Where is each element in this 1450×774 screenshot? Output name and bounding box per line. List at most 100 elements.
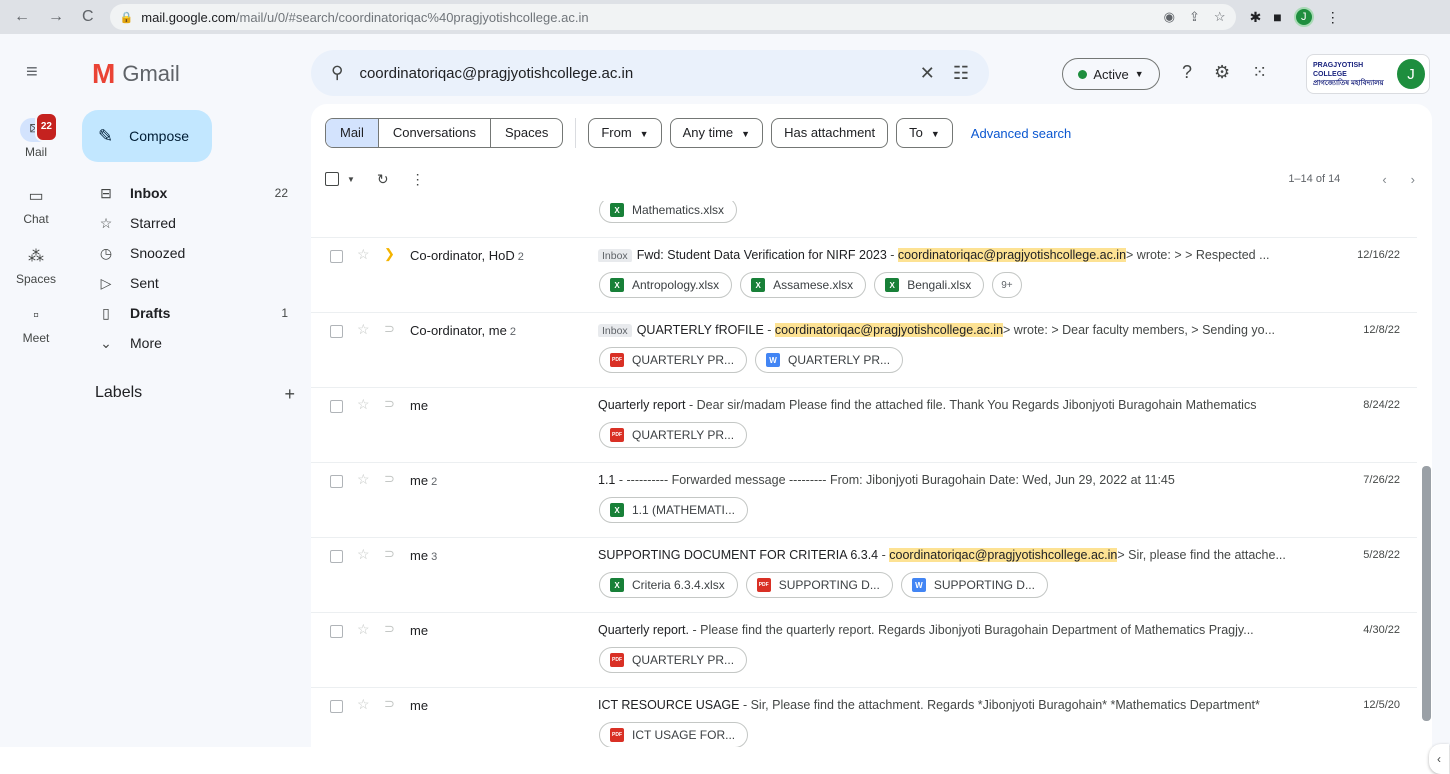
- star-icon: ☆: [99, 214, 113, 231]
- status-dropdown[interactable]: Active ▼: [1062, 58, 1160, 90]
- eye-icon[interactable]: ◉: [1164, 9, 1175, 25]
- star-icon[interactable]: ☆: [357, 246, 370, 263]
- next-page-icon[interactable]: ›: [1411, 172, 1415, 187]
- tab-mail[interactable]: Mail: [326, 119, 379, 147]
- attachment-chip[interactable]: X Antropology.xlsx: [599, 272, 733, 298]
- apps-grid-icon[interactable]: ⁙: [1252, 62, 1267, 83]
- rail-chat[interactable]: ▭ Chat: [0, 185, 72, 226]
- bookmark-star-icon[interactable]: ☆: [1214, 9, 1226, 25]
- attachment-chip[interactable]: PDF QUARTERLY PR...: [599, 422, 748, 448]
- attachment-chip[interactable]: W SUPPORTING D...: [900, 572, 1048, 598]
- more-attachments-chip[interactable]: 9+: [992, 272, 1022, 298]
- kebab-menu-icon[interactable]: ⋮: [1326, 9, 1340, 26]
- tab-spaces[interactable]: Spaces: [491, 119, 562, 147]
- gmail-logo[interactable]: M Gmail: [92, 58, 180, 90]
- refresh-icon[interactable]: ↻: [377, 171, 389, 188]
- compose-button[interactable]: ✎ Compose: [82, 110, 212, 162]
- nav-sent[interactable]: ▷ Sent: [82, 268, 306, 298]
- attachment-chip[interactable]: X Assamese.xlsx: [740, 272, 867, 298]
- filter-to[interactable]: To ▼: [896, 118, 953, 148]
- nav-starred[interactable]: ☆ Starred: [82, 208, 306, 238]
- attachment-chip[interactable]: X 1.1 (MATHEMATI...: [599, 497, 748, 523]
- row-checkbox[interactable]: [330, 550, 343, 563]
- tab-conversations[interactable]: Conversations: [379, 119, 491, 147]
- help-icon[interactable]: ?: [1182, 62, 1192, 83]
- account-switcher[interactable]: PRAGJYOTISH COLLEGE প্ৰাগজ্যোতিষ মহাবিদ্…: [1306, 54, 1430, 94]
- account-avatar[interactable]: J: [1397, 59, 1425, 89]
- hamburger-menu-icon[interactable]: ≡: [26, 61, 38, 84]
- attachment-chip[interactable]: PDF QUARTERLY PR...: [599, 647, 748, 673]
- filter-from[interactable]: From ▼: [588, 118, 662, 148]
- importance-marker-icon[interactable]: ⊃: [384, 321, 395, 337]
- nav-drafts[interactable]: ▯ Drafts 1: [82, 298, 306, 328]
- email-row[interactable]: ☆ ⊃ me Quarterly report - Dear sir/madam Pl…: [311, 388, 1417, 463]
- email-row[interactable]: ☆ ⊃ Co-ordinator, me 2 Inbox QUARTERLY fROFIL…: [311, 313, 1417, 388]
- email-snippet: Inbox Fwd: Student Data Verification for …: [598, 248, 1318, 262]
- email-row[interactable]: X Mathematics.xlsx: [311, 201, 1417, 238]
- side-panel-toggle[interactable]: ‹: [1429, 744, 1449, 774]
- rail-meet[interactable]: ▫ Meet: [0, 304, 72, 345]
- row-checkbox[interactable]: [330, 700, 343, 713]
- address-bar[interactable]: 🔒 mail.google.com/mail/u/0/#search/coord…: [109, 4, 1236, 30]
- star-icon[interactable]: ☆: [357, 471, 370, 488]
- email-row[interactable]: ☆ ⊃ me 2 1.1 - ---------- Forwarded message …: [311, 463, 1417, 538]
- rail-mail[interactable]: ✉22 Mail: [0, 112, 72, 159]
- email-preview: -: [878, 548, 890, 562]
- search-icon[interactable]: ⚲: [331, 63, 343, 83]
- settings-gear-icon[interactable]: ⚙: [1214, 62, 1230, 83]
- share-icon[interactable]: ⇪: [1189, 9, 1200, 25]
- filter-time[interactable]: Any time ▼: [669, 118, 764, 148]
- prev-page-icon[interactable]: ‹: [1382, 172, 1386, 187]
- compose-label: Compose: [129, 128, 190, 144]
- inbox-label-tag: Inbox: [598, 249, 632, 262]
- nav-inbox[interactable]: ⊟ Inbox 22: [82, 178, 306, 208]
- nav-snoozed[interactable]: ◷ Snoozed: [82, 238, 306, 268]
- star-icon[interactable]: ☆: [357, 321, 370, 338]
- importance-marker-icon[interactable]: ⊃: [384, 546, 395, 562]
- email-row[interactable]: ☆ ⊃ me 3 SUPPORTING DOCUMENT FOR CRITERIA 6.…: [311, 538, 1417, 613]
- attachment-chip[interactable]: PDF SUPPORTING D...: [745, 572, 893, 598]
- attachment-chip[interactable]: W QUARTERLY PR...: [755, 347, 904, 373]
- email-row[interactable]: ☆ ❯ Co-ordinator, HoD 2 Inbox Fwd: Student Da…: [311, 238, 1417, 313]
- email-row[interactable]: ☆ ⊃ me Quarterly report. - Please find the …: [311, 613, 1417, 688]
- search-input[interactable]: coordinatoriqac@pragjyotishcollege.ac.in: [359, 65, 919, 82]
- star-icon[interactable]: ☆: [357, 546, 370, 563]
- search-bar[interactable]: ⚲ coordinatoriqac@pragjyotishcollege.ac.…: [311, 50, 989, 96]
- importance-marker-icon[interactable]: ⊃: [384, 396, 395, 412]
- row-checkbox[interactable]: [330, 475, 343, 488]
- select-dropdown-icon[interactable]: ▼: [347, 175, 355, 184]
- search-options-icon[interactable]: ☷: [953, 63, 969, 84]
- extensions-icon[interactable]: ✱: [1250, 9, 1262, 26]
- browser-profile-avatar[interactable]: J: [1293, 7, 1314, 27]
- advanced-search-link[interactable]: Advanced search: [971, 126, 1071, 141]
- forward-icon[interactable]: →: [48, 8, 64, 26]
- rail-spaces[interactable]: ⁂ Spaces: [0, 245, 72, 286]
- star-icon[interactable]: ☆: [357, 621, 370, 638]
- back-icon[interactable]: ←: [14, 8, 30, 26]
- star-icon[interactable]: ☆: [357, 396, 370, 413]
- row-checkbox[interactable]: [330, 400, 343, 413]
- importance-marker-icon[interactable]: ⊃: [384, 696, 395, 712]
- importance-marker-icon[interactable]: ❯: [384, 246, 395, 262]
- importance-marker-icon[interactable]: ⊃: [384, 471, 395, 487]
- attachment-chip[interactable]: X Mathematics.xlsx: [599, 201, 738, 223]
- sidepanel-icon[interactable]: ■: [1273, 9, 1281, 25]
- add-label-icon[interactable]: +: [284, 384, 295, 405]
- importance-marker-icon[interactable]: ⊃: [384, 621, 395, 637]
- row-checkbox[interactable]: [330, 325, 343, 338]
- reload-icon[interactable]: C: [82, 8, 94, 26]
- email-row[interactable]: ☆ ⊃ me ICT RESOURCE USAGE - Sir, Please fin…: [311, 688, 1417, 747]
- attachment-chip[interactable]: PDF QUARTERLY PR...: [599, 347, 748, 373]
- star-icon[interactable]: ☆: [357, 696, 370, 713]
- select-all-checkbox[interactable]: [325, 172, 339, 186]
- attachment-chip[interactable]: X Criteria 6.3.4.xlsx: [599, 572, 738, 598]
- clear-search-icon[interactable]: ✕: [920, 63, 935, 84]
- row-checkbox[interactable]: [330, 250, 343, 263]
- attachment-chip[interactable]: PDF ICT USAGE FOR...: [599, 722, 749, 747]
- scrollbar[interactable]: [1422, 466, 1431, 721]
- filter-attachment[interactable]: Has attachment: [771, 118, 889, 148]
- more-actions-icon[interactable]: ⋮: [411, 171, 425, 188]
- attachment-chip[interactable]: X Bengali.xlsx: [874, 272, 985, 298]
- nav-more[interactable]: ⌄ More: [82, 328, 306, 358]
- row-checkbox[interactable]: [330, 625, 343, 638]
